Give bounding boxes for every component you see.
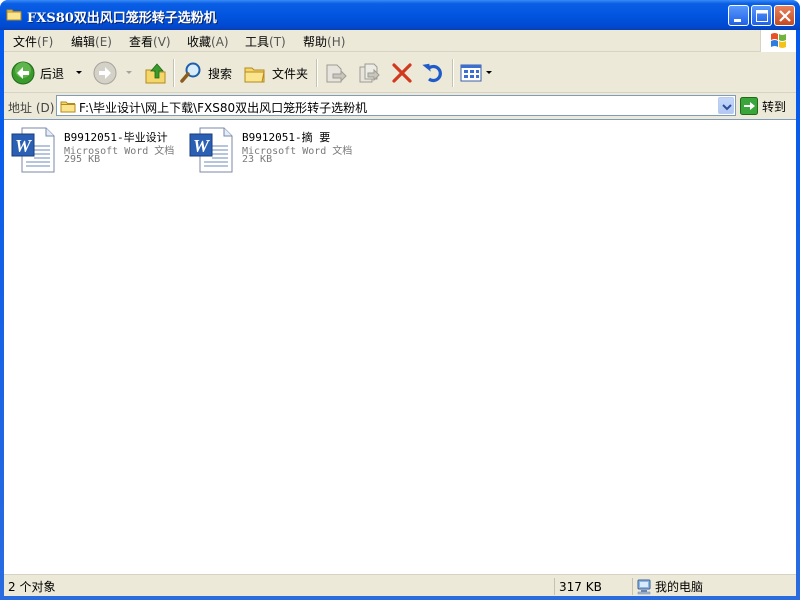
up-folder-button[interactable] [143, 57, 169, 89]
toolbar-separator [316, 59, 318, 87]
folder-icon [6, 7, 22, 21]
move-to-icon [326, 64, 347, 83]
search-label: 搜索 [208, 66, 233, 81]
menu-tools[interactable]: 工具(T) [245, 33, 286, 50]
menu-edit-label: 编辑 [71, 35, 96, 49]
undo-icon [422, 63, 442, 83]
menu-bar: 文件(F) 编辑(E) 查看(V) 收藏(A) 工具(T) 帮助(H) [4, 30, 796, 52]
folders-button[interactable]: 文件夹 [242, 57, 308, 89]
minimize-icon [734, 19, 741, 22]
close-icon [779, 10, 791, 22]
go-label: 转到 [762, 99, 787, 114]
window-client: 文件(F) 编辑(E) 查看(V) 收藏(A) 工具(T) 帮助(H) 后退 搜… [4, 30, 796, 596]
address-label-text: 地址 [8, 101, 33, 115]
file-size: 23 KB [242, 154, 273, 165]
back-button[interactable]: 后退 [10, 57, 86, 89]
status-location-label: 我的电脑 [655, 580, 704, 594]
search-button[interactable]: 搜索 [178, 57, 232, 89]
delete-icon [392, 63, 412, 83]
chevron-down-icon[interactable] [72, 68, 86, 78]
go-arrow-icon [740, 97, 758, 115]
copy-to-button[interactable] [356, 57, 382, 89]
address-path: F:\毕业设计\网上下载\FXS80双出风口笼形转子选粉机 [79, 101, 368, 115]
status-location: 我的电脑 [632, 578, 796, 595]
menu-file-key: (F) [37, 35, 54, 49]
views-button[interactable] [458, 57, 494, 89]
status-object-count: 2 个对象 [8, 580, 56, 594]
address-label: 地址 (D) [8, 99, 54, 116]
toolbar-separator [452, 59, 454, 87]
minimize-button[interactable] [728, 5, 749, 26]
status-bar: 2 个对象 317 KB 我的电脑 [4, 574, 796, 596]
folders-label: 文件夹 [272, 66, 309, 81]
file-item[interactable]: W B9912051-摘 要 Microsoft Word 文档 23 KB [188, 126, 363, 174]
menu-edit-key: (E) [95, 35, 112, 49]
search-icon [180, 62, 201, 83]
chevron-down-icon [722, 104, 732, 111]
status-total-size: 317 KB [554, 578, 632, 595]
menu-file[interactable]: 文件(F) [13, 33, 53, 50]
menu-view-key: (V) [153, 35, 171, 49]
folder-icon [60, 99, 76, 116]
toolbar-separator [173, 59, 175, 87]
close-button[interactable] [774, 5, 795, 26]
maximize-button[interactable] [751, 5, 772, 26]
forward-button[interactable] [92, 57, 136, 89]
file-list-view[interactable]: W B9912051-毕业设计 Microsoft Word 文档 295 KB… [4, 119, 796, 574]
window-title: FXS80双出风口笼形转子选粉机 [27, 11, 217, 26]
menu-help-label: 帮助 [303, 35, 328, 49]
menu-edit[interactable]: 编辑(E) [71, 33, 112, 50]
move-to-button[interactable] [322, 57, 348, 89]
menu-favorites-label: 收藏 [187, 35, 212, 49]
views-icon [460, 64, 482, 82]
up-folder-icon [145, 63, 166, 84]
menu-help-key: (H) [327, 35, 346, 49]
menu-favorites[interactable]: 收藏(A) [187, 33, 229, 50]
copy-to-icon [359, 63, 380, 83]
menu-view[interactable]: 查看(V) [129, 33, 171, 50]
svg-text:W: W [15, 136, 33, 156]
back-label: 后退 [40, 66, 65, 81]
chevron-down-icon[interactable] [122, 68, 136, 78]
forward-arrow-icon [93, 61, 117, 85]
go-button[interactable]: 转到 [740, 96, 786, 116]
menu-favorites-key: (A) [211, 35, 229, 49]
word-document-icon: W [188, 126, 236, 174]
delete-button[interactable] [389, 57, 415, 89]
file-size: 295 KB [64, 154, 101, 165]
title-bar[interactable]: FXS80双出风口笼形转子选粉机 [0, 0, 800, 30]
svg-text:W: W [193, 136, 211, 156]
back-arrow-icon [11, 61, 35, 85]
my-computer-icon [637, 579, 651, 594]
undo-button[interactable] [420, 57, 446, 89]
menu-view-label: 查看 [129, 35, 154, 49]
menu-tools-key: (T) [269, 35, 286, 49]
chevron-down-icon[interactable] [484, 68, 494, 78]
windows-logo-icon [760, 30, 796, 52]
address-dropdown-button[interactable] [718, 97, 734, 114]
word-document-icon: W [10, 126, 58, 174]
address-label-key: (D) [35, 101, 55, 115]
maximize-icon [756, 10, 768, 22]
address-input[interactable]: F:\毕业设计\网上下载\FXS80双出风口笼形转子选粉机 [56, 95, 736, 116]
menu-help[interactable]: 帮助(H) [303, 33, 345, 50]
menu-file-label: 文件 [13, 35, 38, 49]
folders-icon [244, 67, 265, 83]
menu-tools-label: 工具 [245, 35, 270, 49]
address-bar: 地址 (D) F:\毕业设计\网上下载\FXS80双出风口笼形转子选粉机 转到 [4, 94, 796, 118]
toolbar: 后退 搜索 文件夹 [4, 53, 796, 93]
file-item[interactable]: W B9912051-毕业设计 Microsoft Word 文档 295 KB [10, 126, 185, 174]
